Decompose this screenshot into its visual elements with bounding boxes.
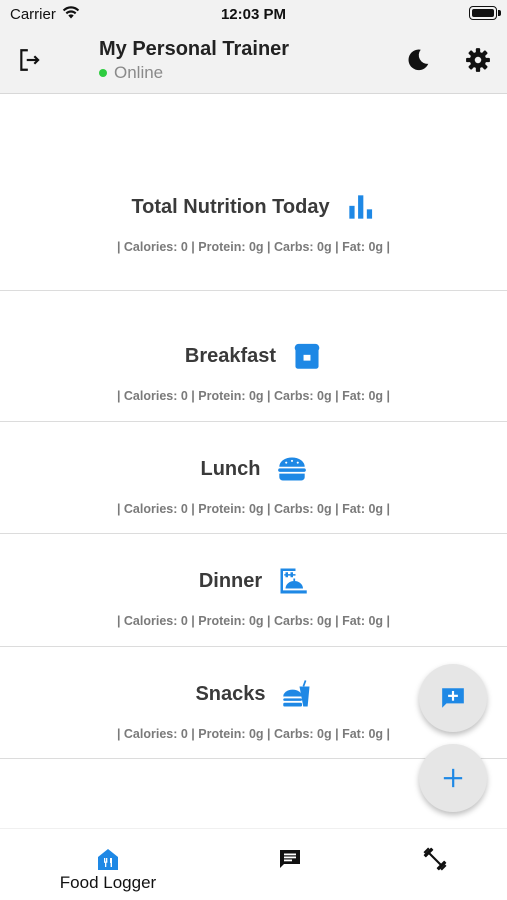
total-nutrition-summary: | Calories: 0 | Protein: 0g | Carbs: 0g … (116, 240, 391, 254)
dumbbell-icon (422, 847, 448, 871)
snacks-title: Snacks (195, 682, 266, 705)
total-nutrition-section: Total Nutrition Today | Calories: 0 | Pr… (0, 94, 507, 291)
breakfast-title: Breakfast (184, 344, 277, 367)
gear-icon (466, 48, 490, 72)
add-food-button[interactable] (419, 744, 487, 812)
lunch-summary: | Calories: 0 | Protein: 0g | Carbs: 0g … (116, 502, 391, 516)
lunch-header: Lunch (0, 454, 507, 484)
tab-food-logger[interactable]: Food Logger (38, 829, 178, 900)
dinner-header: Dinner (0, 566, 507, 596)
chat-icon (277, 847, 303, 871)
battery-icon (469, 6, 501, 20)
burger-icon (277, 454, 307, 484)
plus-icon (443, 768, 463, 788)
dark-mode-button[interactable] (404, 46, 432, 74)
tab-workout[interactable] (395, 829, 475, 900)
bottom-tab-bar: Food Logger (0, 828, 507, 900)
breakfast-section[interactable]: Breakfast | Calories: 0 | Protein: 0g | … (0, 291, 507, 422)
dinner-title: Dinner (198, 569, 263, 592)
total-nutrition-header: Total Nutrition Today (0, 192, 507, 222)
status-bar: Carrier 12:03 PM (0, 0, 507, 28)
page-title: My Personal Trainer (99, 38, 290, 60)
snacks-summary: | Calories: 0 | Protein: 0g | Carbs: 0g … (116, 727, 391, 741)
logout-button[interactable] (16, 46, 44, 74)
bread-icon (292, 341, 322, 371)
connection-status: Online (99, 63, 163, 83)
dinner-section[interactable]: Dinner | Calories: 0 | Protein: 0g | Car… (0, 534, 507, 647)
status-text: Online (114, 63, 164, 82)
tab-chat[interactable] (250, 829, 330, 900)
add-comment-icon (442, 688, 464, 708)
dinner-summary: | Calories: 0 | Protein: 0g | Carbs: 0g … (116, 614, 391, 628)
fastfood-icon (282, 679, 312, 709)
lunch-title: Lunch (200, 457, 261, 480)
app-header: My Personal Trainer Online (0, 28, 507, 94)
breakfast-summary: | Calories: 0 | Protein: 0g | Carbs: 0g … (116, 389, 391, 403)
moon-icon (408, 49, 429, 71)
lunch-section[interactable]: Lunch | Calories: 0 | Protein: 0g | Carb… (0, 422, 507, 534)
total-nutrition-title: Total Nutrition Today (131, 195, 330, 218)
bar-chart-icon (346, 192, 376, 222)
status-dot (99, 69, 107, 77)
logout-icon (20, 49, 40, 71)
status-time: 12:03 PM (220, 6, 287, 23)
add-comment-button[interactable] (419, 664, 487, 732)
room-service-icon (278, 566, 308, 596)
food-logger-icon (97, 847, 119, 871)
tab-food-logger-label: Food Logger (59, 873, 157, 892)
breakfast-header: Breakfast (0, 341, 507, 371)
settings-button[interactable] (464, 46, 492, 74)
